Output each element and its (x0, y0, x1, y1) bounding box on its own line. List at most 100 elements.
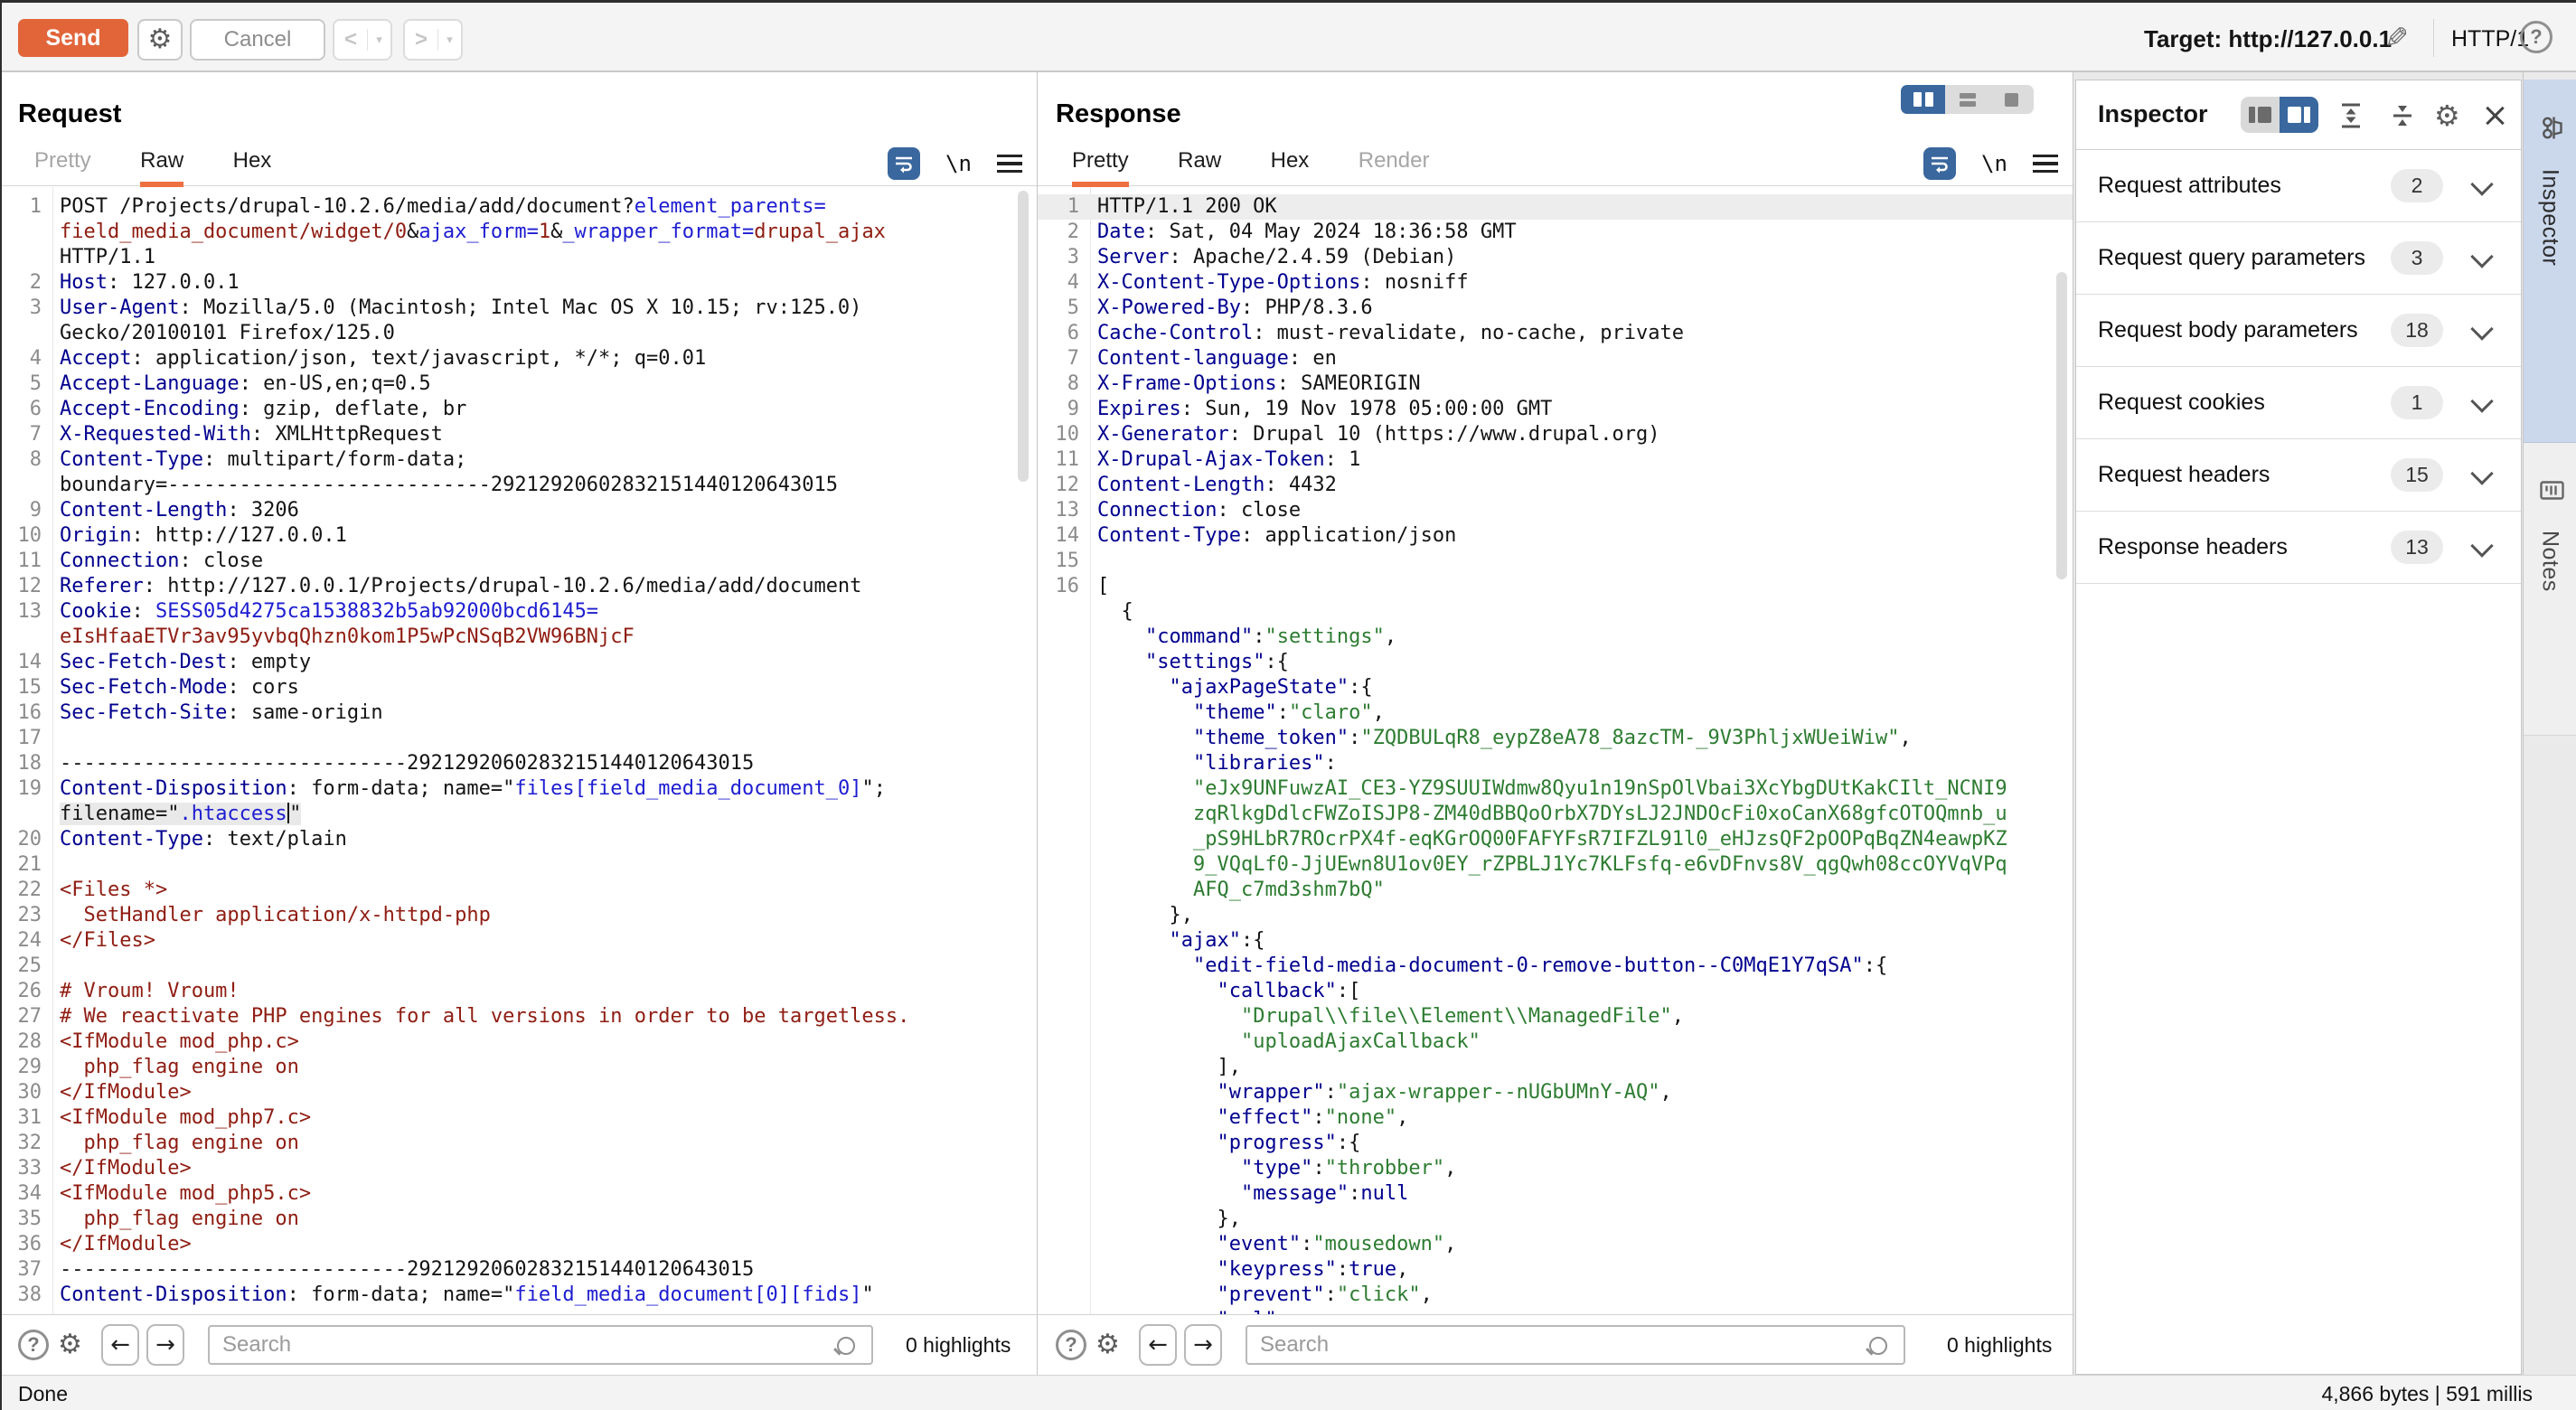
code-line[interactable]: 4X-Content-Type-Options: nosniff (1038, 270, 2073, 296)
code-line[interactable]: "theme":"claro", (1038, 700, 2073, 726)
code-line[interactable]: eIsHfaaETVr3av95yvbqQhzn0kom1P5wPcNSqB2V… (0, 625, 1037, 650)
code-line[interactable]: 17 (0, 726, 1037, 751)
code-line[interactable]: 3Server: Apache/2.4.59 (Debian) (1038, 245, 2073, 270)
code-line[interactable]: "libraries": (1038, 751, 2073, 776)
code-line[interactable]: 8X-Frame-Options: SAMEORIGIN (1038, 371, 2073, 397)
code-line[interactable]: 19Content-Disposition: form-data; name="… (0, 776, 1037, 802)
code-line[interactable]: 32 php_flag engine on (0, 1131, 1037, 1156)
inspector-settings-icon[interactable]: ⚙ (2434, 99, 2460, 133)
word-wrap-toggle-icon[interactable] (1923, 147, 1956, 180)
code-line[interactable]: 7Content-language: en (1038, 346, 2073, 371)
single-layout-icon[interactable] (1989, 85, 2034, 114)
request-menu-icon[interactable] (997, 150, 1022, 178)
code-line[interactable]: "wrapper":"ajax-wrapper--nUGbUMnY-AQ", (1038, 1080, 2073, 1105)
code-line[interactable]: "eJx9UNFuwzAI_CE3-YZ9SUUIWdmw8Qyu1n19nSp… (1038, 776, 2073, 802)
code-line[interactable]: "message":null (1038, 1181, 2073, 1207)
code-line[interactable]: 35 php_flag engine on (0, 1207, 1037, 1232)
code-line[interactable]: "command":"settings", (1038, 625, 2073, 650)
edit-target-icon[interactable]: ✎ (2384, 21, 2409, 55)
request-tab-hex[interactable]: Hex (233, 139, 272, 182)
code-line[interactable]: "type":"throbber", (1038, 1156, 2073, 1181)
search-previous-button[interactable]: ← (1139, 1324, 1177, 1366)
code-line[interactable]: 24</Files> (0, 928, 1037, 954)
show-newlines-icon[interactable]: \n (1981, 151, 2007, 176)
code-line[interactable]: "progress":{ (1038, 1131, 2073, 1156)
show-newlines-icon[interactable]: \n (945, 151, 972, 176)
help-icon[interactable]: ? (2520, 21, 2552, 53)
code-line[interactable]: "callback":[ (1038, 979, 2073, 1004)
code-line[interactable]: 25 (0, 954, 1037, 979)
code-line[interactable]: 9Expires: Sun, 19 Nov 1978 05:00:00 GMT (1038, 397, 2073, 422)
response-menu-icon[interactable] (2033, 150, 2058, 178)
columns-layout-icon[interactable] (1901, 85, 1945, 114)
dock-right-icon[interactable] (2280, 97, 2318, 133)
response-editor[interactable]: 1HTTP/1.1 200 OK2Date: Sat, 04 May 2024 … (1038, 187, 2073, 1315)
code-line[interactable]: "keypress":true, (1038, 1257, 2073, 1283)
code-line[interactable]: 23 SetHandler application/x-httpd-php (0, 903, 1037, 928)
code-line[interactable]: 20Content-Type: text/plain (0, 827, 1037, 852)
code-line[interactable]: 2Date: Sat, 04 May 2024 18:36:58 GMT (1038, 220, 2073, 245)
code-line[interactable]: zqRlkgDdlcFWZoISJP8-ZM40dBBQoOrbX7DYsLJ2… (1038, 802, 2073, 827)
search-help-icon[interactable]: ? (1056, 1330, 1086, 1360)
inspector-section-request-cookies[interactable]: Request cookies1 (2076, 366, 2521, 439)
search-help-icon[interactable]: ? (18, 1330, 49, 1360)
code-line[interactable]: AFQ_c7md3shm7bQ" (1038, 878, 2073, 903)
response-tab-pretty[interactable]: Pretty (1072, 139, 1129, 187)
code-line[interactable]: 33</IfModule> (0, 1156, 1037, 1181)
code-line[interactable]: 16[ (1038, 574, 2073, 599)
code-line[interactable]: 13Connection: close (1038, 498, 2073, 523)
code-line[interactable]: 10X-Generator: Drupal 10 (https://www.dr… (1038, 422, 2073, 447)
expand-all-icon[interactable] (2336, 100, 2366, 136)
code-line[interactable]: boundary=---------------------------2921… (0, 473, 1037, 498)
inspector-close-icon[interactable] (2483, 104, 2506, 127)
rows-layout-icon[interactable] (1945, 85, 1989, 114)
search-next-button[interactable]: → (1184, 1324, 1222, 1366)
code-line[interactable]: 18-----------------------------292129206… (0, 751, 1037, 776)
request-editor[interactable]: 1POST /Projects/drupal-10.2.6/media/add/… (0, 187, 1037, 1315)
code-line[interactable]: "event":"mousedown", (1038, 1232, 2073, 1257)
code-line[interactable]: 11X-Drupal-Ajax-Token: 1 (1038, 447, 2073, 473)
code-line[interactable]: 27# We reactivate PHP engines for all ve… (0, 1004, 1037, 1029)
code-line[interactable]: 16Sec-Fetch-Site: same-origin (0, 700, 1037, 726)
inspector-section-response-headers[interactable]: Response headers13 (2076, 511, 2521, 584)
collapse-all-icon[interactable] (2387, 100, 2418, 136)
code-line[interactable]: "prevent":"click", (1038, 1283, 2073, 1308)
code-line[interactable]: 34<IfModule mod_php5.c> (0, 1181, 1037, 1207)
forward-history-button[interactable]: > ▾ (403, 19, 463, 61)
code-line[interactable]: 14Content-Type: application/json (1038, 523, 2073, 549)
code-line[interactable]: 31<IfModule mod_php7.c> (0, 1105, 1037, 1131)
code-line[interactable]: }, (1038, 1207, 2073, 1232)
code-line[interactable]: ], (1038, 1055, 2073, 1080)
inspector-section-request-body-parameters[interactable]: Request body parameters18 (2076, 294, 2521, 367)
chevron-down-icon[interactable] (2470, 245, 2493, 268)
code-line[interactable]: 3User-Agent: Mozilla/5.0 (Macintosh; Int… (0, 296, 1037, 321)
search-settings-icon[interactable]: ⚙ (58, 1331, 82, 1358)
code-line[interactable]: }, (1038, 903, 2073, 928)
code-line[interactable]: 9Content-Length: 3206 (0, 498, 1037, 523)
chevron-down-icon[interactable] (2470, 462, 2493, 484)
code-line[interactable]: 6Cache-Control: must-revalidate, no-cach… (1038, 321, 2073, 346)
chevron-down-icon[interactable] (2470, 534, 2493, 557)
code-line[interactable]: 15 (1038, 549, 2073, 574)
code-line[interactable]: 30</IfModule> (0, 1080, 1037, 1105)
send-button[interactable]: Send (18, 19, 128, 57)
search-previous-button[interactable]: ← (101, 1324, 139, 1366)
side-tab-inspector[interactable]: Inspector (2524, 80, 2576, 443)
request-tab-pretty[interactable]: Pretty (34, 139, 91, 182)
code-line[interactable]: 11Connection: close (0, 549, 1037, 574)
code-line[interactable]: HTTP/1.1 (0, 245, 1037, 270)
send-settings-button[interactable]: ⚙ (137, 19, 183, 61)
code-line[interactable]: 15Sec-Fetch-Mode: cors (0, 675, 1037, 700)
code-line[interactable]: "settings":{ (1038, 650, 2073, 675)
cancel-button[interactable]: Cancel (190, 19, 325, 61)
code-line[interactable]: 6Accept-Encoding: gzip, deflate, br (0, 397, 1037, 422)
code-line[interactable]: 7X-Requested-With: XMLHttpRequest (0, 422, 1037, 447)
code-line[interactable]: { (1038, 599, 2073, 625)
code-line[interactable]: 5X-Powered-By: PHP/8.3.6 (1038, 296, 2073, 321)
code-line[interactable]: 2Host: 127.0.0.1 (0, 270, 1037, 296)
search-settings-icon[interactable]: ⚙ (1095, 1331, 1120, 1358)
code-line[interactable]: Gecko/20100101 Firefox/125.0 (0, 321, 1037, 346)
code-line[interactable]: 37-----------------------------292129206… (0, 1257, 1037, 1283)
code-line[interactable]: 14Sec-Fetch-Dest: empty (0, 650, 1037, 675)
code-line[interactable]: 1POST /Projects/drupal-10.2.6/media/add/… (0, 194, 1037, 220)
